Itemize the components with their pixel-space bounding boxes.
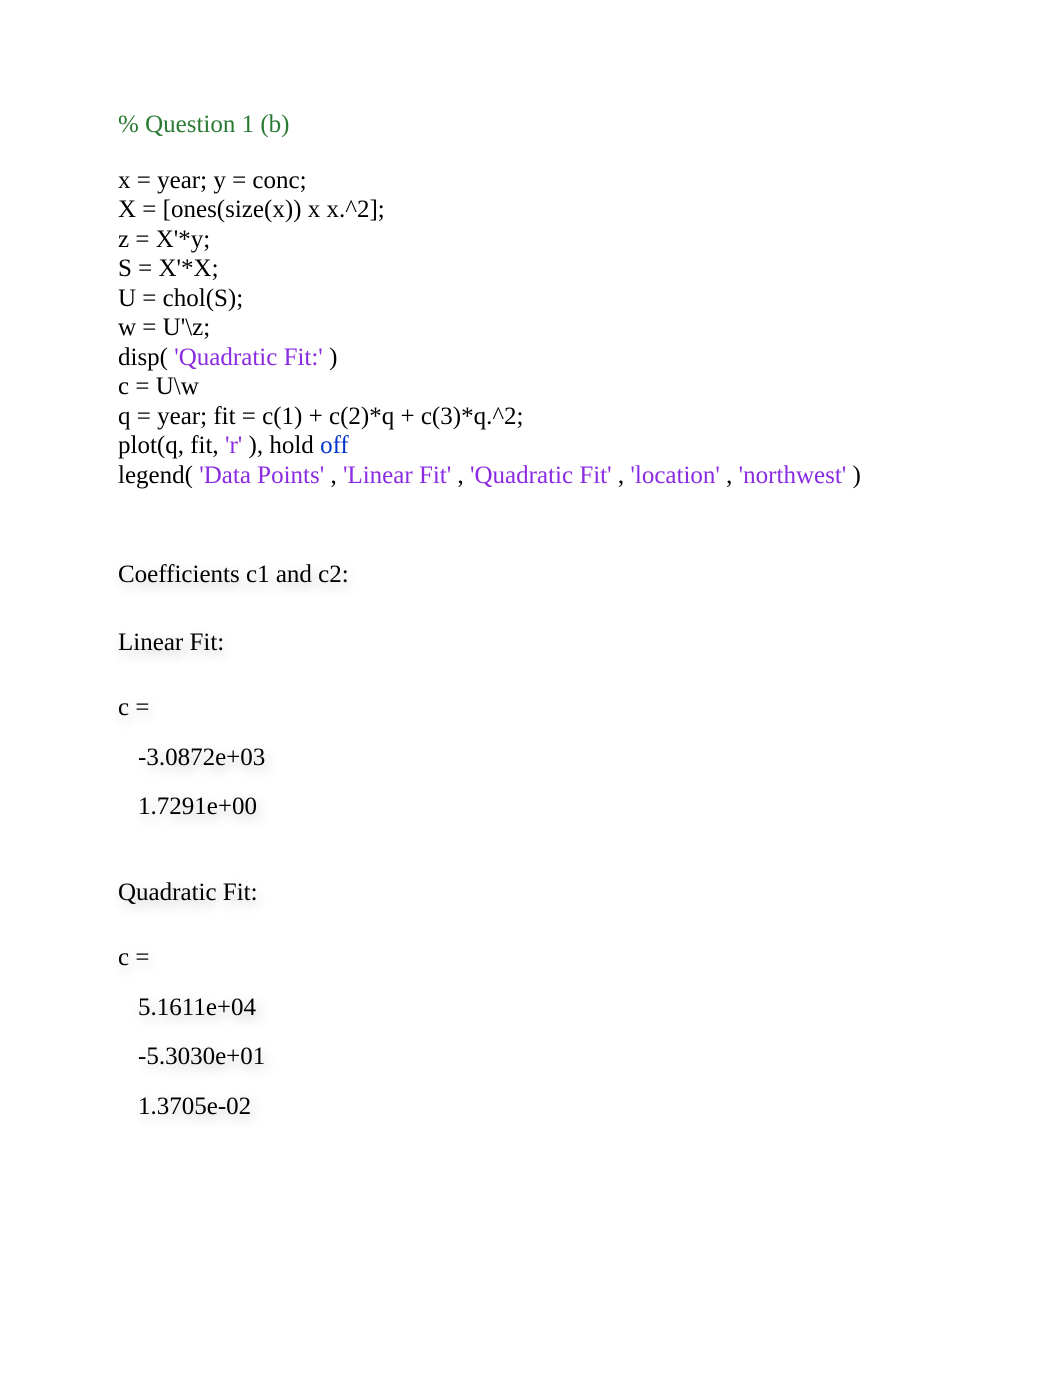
code-line: q = year; fit = c(1) + c(2)*q + c(3)*q.^…	[118, 402, 944, 432]
code-string: 'Quadratic Fit:'	[174, 344, 323, 371]
code-comment: % Question 1 (b)	[118, 110, 944, 140]
output-block: Coefficients c1 and c2: Linear Fit: c = …	[118, 560, 944, 1121]
output-heading-quadratic: Quadratic Fit:	[118, 878, 944, 908]
code-text: ), hold	[249, 432, 321, 459]
output-value: 5.1611e+04	[118, 993, 944, 1023]
code-keyword: off	[320, 432, 349, 459]
code-text: legend(	[118, 462, 193, 489]
code-string: 'Linear Fit'	[343, 462, 451, 489]
code-text: ,	[330, 462, 343, 489]
output-c-label: c =	[118, 693, 944, 723]
code-block: % Question 1 (b) x = year; y = conc; X =…	[118, 110, 944, 490]
output-heading-linear: Linear Fit:	[118, 628, 944, 658]
code-line: U = chol(S);	[118, 284, 944, 314]
code-text: )	[853, 462, 861, 489]
code-line: w = U'\z;	[118, 313, 944, 343]
output-c-label: c =	[118, 943, 944, 973]
code-text: plot(q, fit,	[118, 432, 225, 459]
code-line: X = [ones(size(x)) x x.^2];	[118, 195, 944, 225]
document-page: % Question 1 (b) x = year; y = conc; X =…	[0, 0, 1062, 1161]
code-string: 'Data Points'	[199, 462, 324, 489]
code-text: ,	[618, 462, 631, 489]
output-value: 1.7291e+00	[118, 792, 944, 822]
code-line: S = X'*X;	[118, 254, 944, 284]
output-value: -3.0872e+03	[118, 743, 944, 773]
code-line: plot(q, fit, 'r' ), hold off	[118, 431, 944, 461]
output-value: -5.3030e+01	[118, 1042, 944, 1072]
code-text: ,	[726, 462, 739, 489]
code-string: 'Quadratic Fit'	[470, 462, 612, 489]
code-string: 'northwest'	[739, 462, 847, 489]
code-line: x = year; y = conc;	[118, 166, 944, 196]
code-text: )	[329, 344, 337, 371]
code-line: z = X'*y;	[118, 225, 944, 255]
code-string: 'r'	[225, 432, 242, 459]
code-string: 'location'	[630, 462, 720, 489]
output-value: 1.3705e-02	[118, 1092, 944, 1122]
output-heading-coefficients: Coefficients c1 and c2:	[118, 560, 944, 590]
code-text: ,	[458, 462, 471, 489]
code-line: legend( 'Data Points' , 'Linear Fit' , '…	[118, 461, 944, 491]
code-line: disp( 'Quadratic Fit:' )	[118, 343, 944, 373]
code-text: disp(	[118, 344, 168, 371]
code-line: c = U\w	[118, 372, 944, 402]
